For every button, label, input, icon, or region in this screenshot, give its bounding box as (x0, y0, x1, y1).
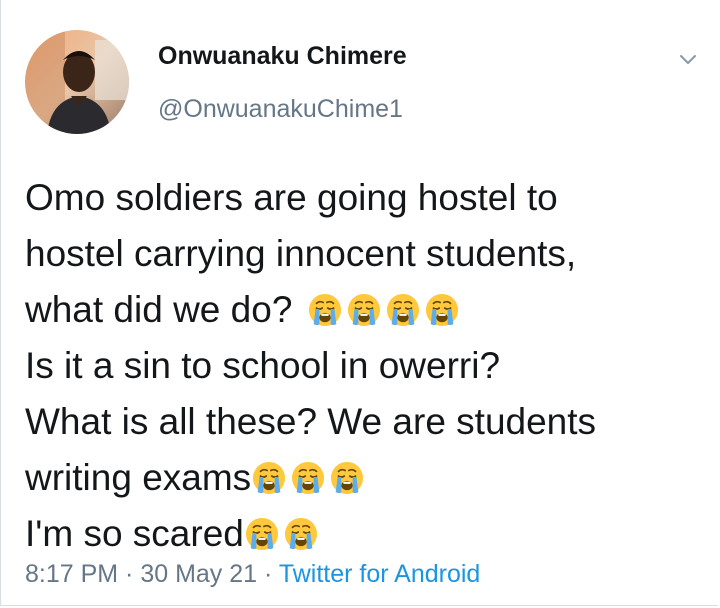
user-handle[interactable]: @OnwuanakuChime1 (158, 95, 403, 124)
loudly-crying-face-icon (291, 461, 325, 495)
loudly-crying-face-icon (347, 293, 381, 327)
loudly-crying-face-icon (386, 293, 420, 327)
tweet-text: Omo soldiers are going hostel to hostel … (25, 170, 715, 562)
tweet-line: Is it a sin to school in owerri? (25, 345, 501, 386)
tweet-time[interactable]: 8:17 PM (25, 560, 118, 588)
meta-separator: · (257, 560, 279, 588)
meta-separator: · (118, 560, 141, 588)
avatar[interactable] (25, 30, 129, 134)
loudly-crying-face-icon (245, 517, 279, 551)
tweet-date[interactable]: 30 May 21 (140, 560, 257, 588)
tweet-meta: 8:17 PM · 30 May 21 · Twitter for Androi… (25, 560, 480, 589)
loudly-crying-face-icon (330, 461, 364, 495)
tweet-line: hostel carrying innocent students, (25, 233, 577, 274)
loudly-crying-face-icon (284, 517, 318, 551)
avatar-image (25, 30, 129, 134)
tweet-line: I'm so scared (25, 506, 715, 562)
tweet-card: Onwuanaku Chimere @OnwuanakuChime1 Omo s… (0, 0, 718, 606)
loudly-crying-face-icon (308, 293, 342, 327)
loudly-crying-face-icon (252, 461, 286, 495)
display-name[interactable]: Onwuanaku Chimere (158, 42, 407, 71)
loudly-crying-face-icon (425, 293, 459, 327)
tweet-line: What is all these? We are students (25, 401, 597, 442)
tweet-line: Omo soldiers are going hostel to (25, 177, 558, 218)
chevron-down-icon[interactable] (675, 46, 701, 72)
tweet-line: writing exams (25, 450, 715, 506)
tweet-source-link[interactable]: Twitter for Android (279, 560, 480, 588)
tweet-line: what did we do? (25, 282, 715, 338)
